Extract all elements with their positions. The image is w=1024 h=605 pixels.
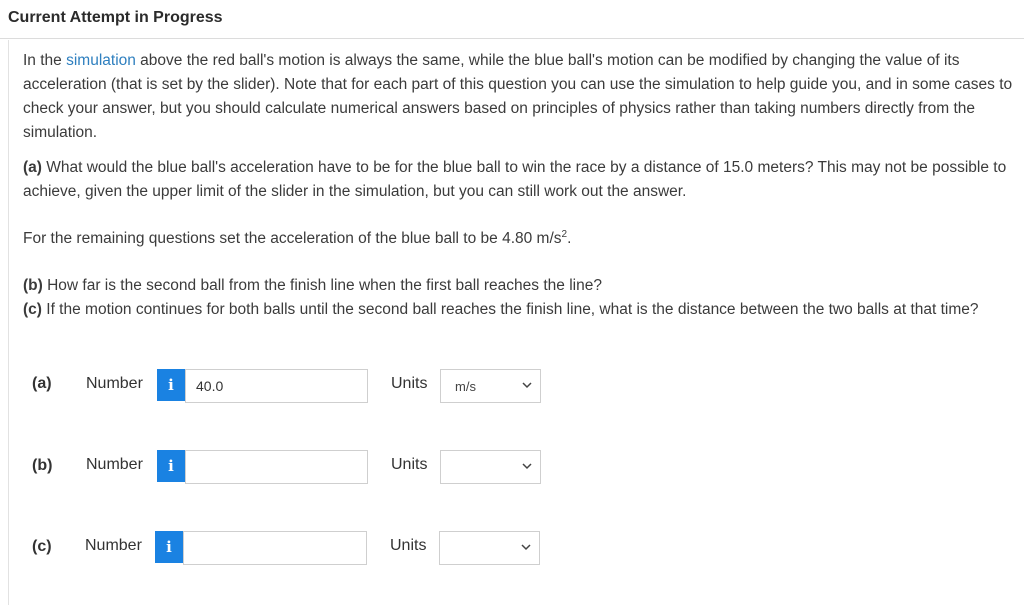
info-icon[interactable]: i <box>155 531 183 563</box>
intro-paragraph: In the simulation above the red ball's m… <box>23 52 1013 141</box>
question-part-a: (a) What would the blue ball's accelerat… <box>23 159 1007 200</box>
number-label-b: Number <box>86 456 143 473</box>
answer-label-c: (c) <box>32 538 52 555</box>
units-label-a: Units <box>391 375 428 392</box>
question-part-b: (b) How far is the second ball from the … <box>23 277 602 294</box>
units-select-c[interactable] <box>439 531 540 565</box>
units-select-a[interactable]: m/s <box>440 369 541 403</box>
answer-label-b: (b) <box>32 457 53 474</box>
number-input-c[interactable] <box>183 531 367 565</box>
info-icon[interactable]: i <box>157 369 185 401</box>
page-title: Current Attempt in Progress <box>8 9 223 26</box>
chevron-down-icon <box>521 544 531 551</box>
number-input-b[interactable] <box>185 450 368 484</box>
simulation-link[interactable]: simulation <box>66 52 136 69</box>
number-label-c: Number <box>85 537 142 554</box>
header: Current Attempt in Progress <box>0 0 1024 39</box>
chevron-down-icon <box>522 382 532 389</box>
units-label-b: Units <box>391 456 428 473</box>
chevron-down-icon <box>522 463 532 470</box>
units-select-value-a: m/s <box>455 379 476 394</box>
units-label-c: Units <box>390 537 427 554</box>
question-part-c: (c) If the motion continues for both bal… <box>23 301 979 318</box>
units-select-b[interactable] <box>440 450 541 484</box>
remaining-instruction: For the remaining questions set the acce… <box>23 228 572 247</box>
info-icon[interactable]: i <box>157 450 185 482</box>
number-label-a: Number <box>86 375 143 392</box>
number-input-a[interactable] <box>185 369 368 403</box>
answer-label-a: (a) <box>32 375 52 392</box>
